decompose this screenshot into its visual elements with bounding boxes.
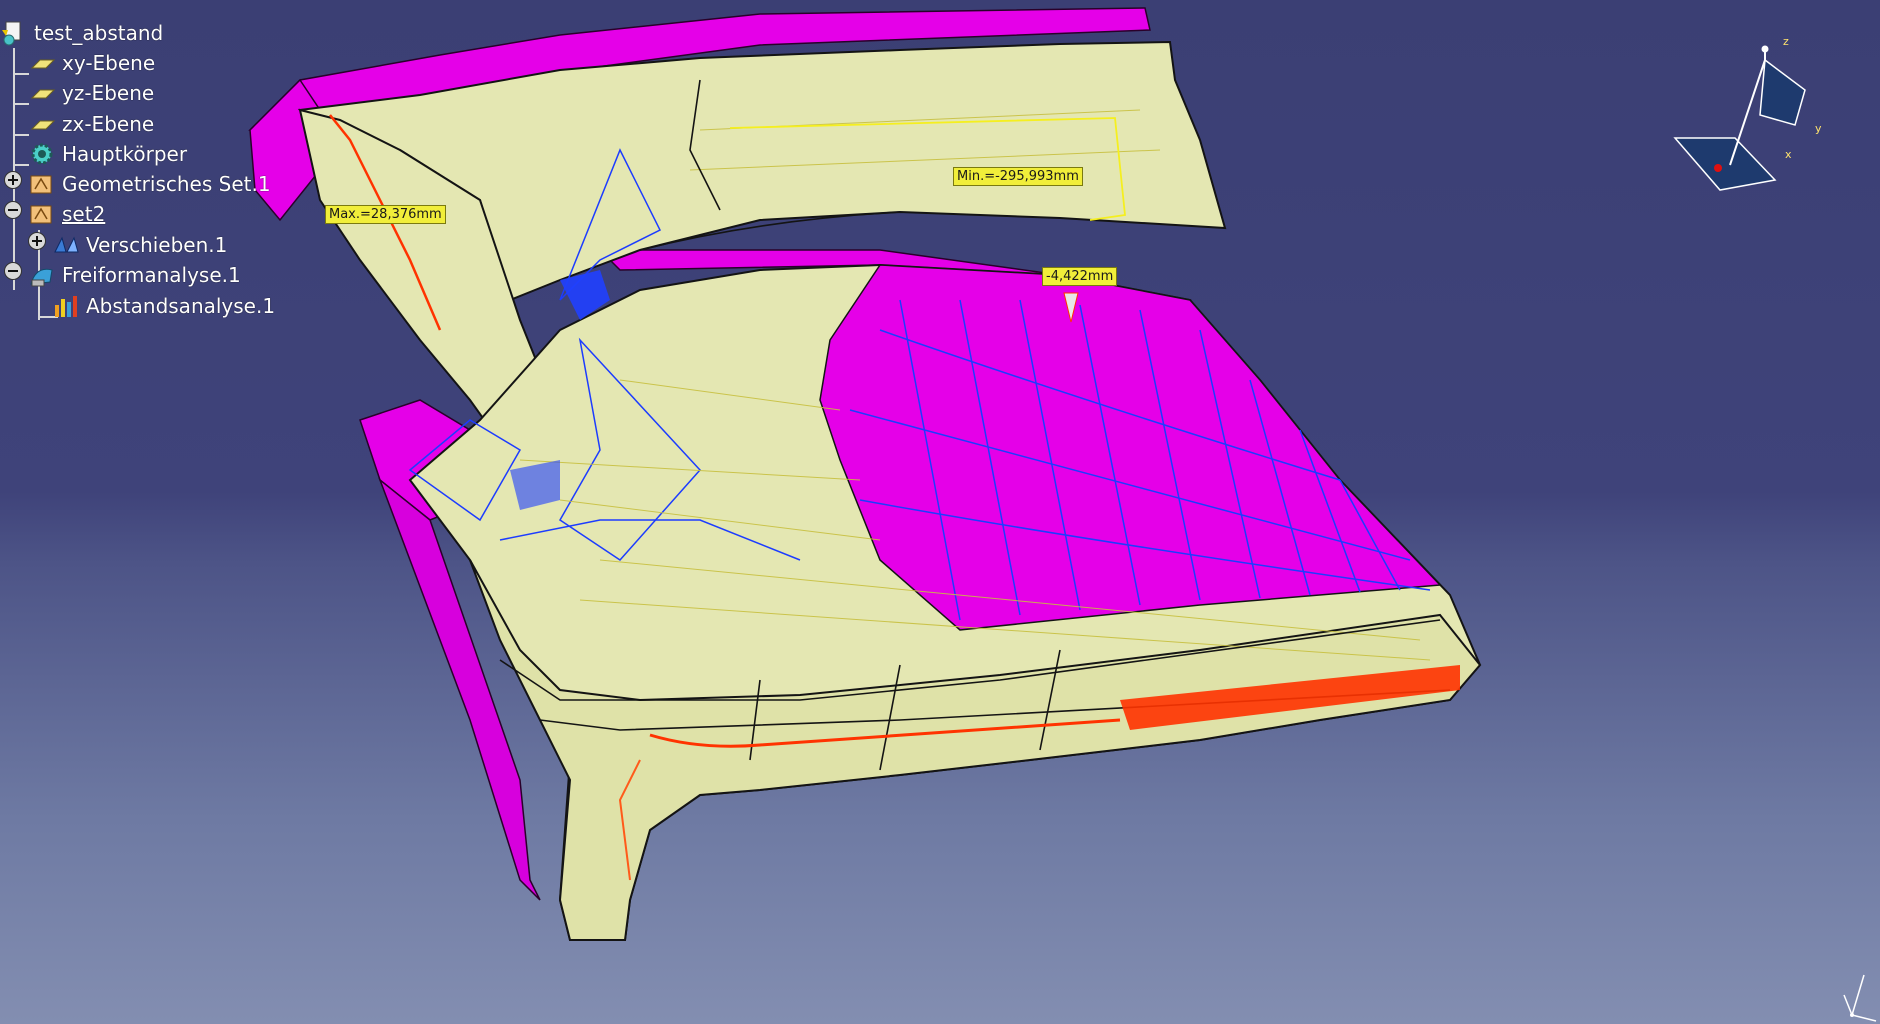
- expand-toggle[interactable]: [28, 232, 46, 250]
- tree-item-label[interactable]: Verschieben.1: [86, 233, 227, 257]
- expand-toggle[interactable]: [4, 171, 22, 189]
- compass-z-label: z: [1783, 35, 1789, 48]
- tree-item-label[interactable]: Abstandsanalyse.1: [86, 294, 275, 318]
- axis-triad-icon: [1843, 974, 1877, 1022]
- tree-item-zx-plane[interactable]: zx-Ebene: [28, 109, 154, 139]
- tree-item-label[interactable]: yz-Ebene: [62, 81, 154, 105]
- tree-item-main-body[interactable]: Hauptkörper: [28, 139, 187, 169]
- translate-icon: [52, 232, 80, 258]
- max-distance-label[interactable]: Max.=28,376mm: [325, 205, 446, 224]
- tree-item-label[interactable]: zx-Ebene: [62, 112, 154, 136]
- freeform-analysis-icon: [28, 262, 56, 288]
- tree-root-label[interactable]: test_abstand: [34, 21, 163, 45]
- plane-icon: [28, 111, 56, 137]
- geometric-set-icon: [28, 201, 56, 227]
- tree-root[interactable]: test_abstand: [0, 18, 163, 48]
- compass-y-label: y: [1815, 122, 1822, 135]
- tree-item-label[interactable]: Hauptkörper: [62, 142, 187, 166]
- part-icon: [0, 20, 28, 46]
- tree-item-geometric-set[interactable]: Geometrisches Set.1: [28, 169, 271, 199]
- point-distance-label[interactable]: -4,422mm: [1042, 267, 1118, 286]
- tree-item-label[interactable]: xy-Ebene: [62, 51, 155, 75]
- tree-item-label[interactable]: Geometrisches Set.1: [62, 172, 271, 196]
- plane-icon: [28, 80, 56, 106]
- tree-item-xy-plane[interactable]: xy-Ebene: [28, 48, 155, 78]
- geometric-set-icon: [28, 171, 56, 197]
- compass-x-label: x: [1785, 148, 1792, 161]
- compass-icon[interactable]: z y x: [1665, 30, 1835, 200]
- plane-icon: [28, 50, 56, 76]
- collapse-toggle[interactable]: [4, 201, 22, 219]
- distance-analysis-icon: [52, 293, 80, 319]
- specification-tree: test_abstand xy-Ebene yz-Ebene zx-Ebene …: [0, 18, 320, 378]
- collapse-toggle[interactable]: [4, 262, 22, 280]
- tree-item-yz-plane[interactable]: yz-Ebene: [28, 78, 154, 108]
- tree-item-translate[interactable]: Verschieben.1: [52, 230, 227, 260]
- min-distance-label[interactable]: Min.=-295,993mm: [953, 167, 1083, 186]
- tree-item-label[interactable]: set2: [62, 202, 105, 226]
- tree-item-freeform-analysis[interactable]: Freiformanalyse.1: [28, 260, 241, 290]
- body-gear-icon: [28, 141, 56, 167]
- 3d-viewport[interactable]: Max.=28,376mm Min.=-295,993mm -4,422mm z…: [0, 0, 1880, 1024]
- tree-item-set2[interactable]: set2: [28, 199, 105, 229]
- tree-item-label[interactable]: Freiformanalyse.1: [62, 263, 241, 287]
- tree-item-distance-analysis[interactable]: Abstandsanalyse.1: [52, 291, 275, 321]
